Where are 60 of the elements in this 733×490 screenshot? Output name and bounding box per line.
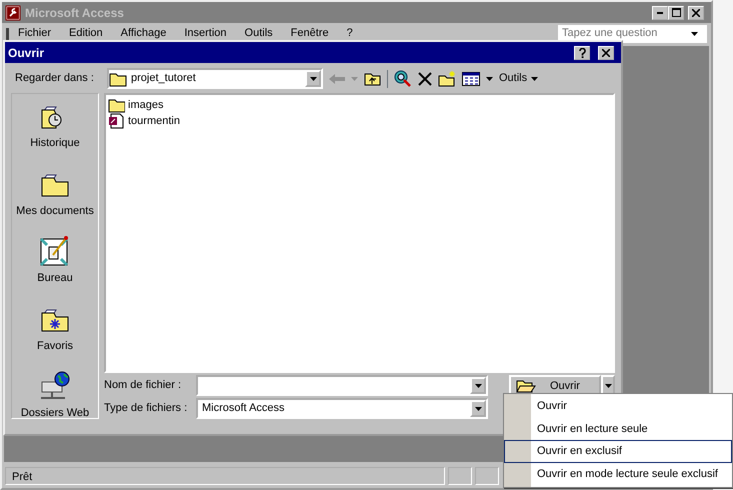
menu-item[interactable]: Insertion xyxy=(175,25,236,42)
caret-icon xyxy=(310,76,316,80)
tools-menu[interactable]: Outils xyxy=(499,70,538,87)
web-icon xyxy=(38,370,71,402)
places-item[interactable]: Mes documents xyxy=(16,168,94,219)
places-item[interactable]: Bureau xyxy=(37,235,73,286)
folder-file-icon xyxy=(108,97,125,113)
file-item[interactable]: images xyxy=(108,97,611,113)
grip-icon xyxy=(6,28,9,40)
file-type-label: Type de fichiers : xyxy=(104,401,188,416)
menu-item[interactable]: Fichier xyxy=(9,25,60,42)
dialog-title: Ouvrir xyxy=(8,44,46,62)
caret-icon xyxy=(474,406,482,410)
maximize-icon xyxy=(672,8,680,17)
menu-item[interactable]: Ouvrir en lecture seule xyxy=(504,418,732,440)
status-panel xyxy=(448,467,472,485)
views-icon[interactable] xyxy=(462,72,480,86)
file-item[interactable]: tourmentin xyxy=(108,113,611,129)
help-button[interactable] xyxy=(574,46,590,60)
file-name-label: Nom de fichier : xyxy=(104,378,182,394)
caret-icon xyxy=(604,384,612,388)
up-folder-icon[interactable] xyxy=(364,71,381,86)
places-item[interactable]: Historique xyxy=(30,100,80,152)
desktop-icon xyxy=(38,235,71,267)
caret-icon xyxy=(691,32,698,36)
delete-icon[interactable] xyxy=(418,72,432,86)
menu-item[interactable]: Fenêtre xyxy=(282,25,338,42)
caret-icon[interactable] xyxy=(486,76,493,80)
question-field[interactable]: Tapez une question xyxy=(558,24,707,42)
places-item[interactable]: Favoris xyxy=(36,302,74,354)
minimize-button[interactable] xyxy=(652,6,668,20)
open-folder-icon xyxy=(516,378,536,394)
globe-search-icon[interactable] xyxy=(394,70,412,88)
caret-icon xyxy=(531,76,538,80)
maximize-button[interactable] xyxy=(668,6,684,20)
file-type-dropdown[interactable]: Microsoft Access xyxy=(196,398,488,419)
access-file-icon xyxy=(108,113,125,129)
help-icon xyxy=(578,48,586,58)
menu-item[interactable]: Ouvrir en mode lecture seule exclusif xyxy=(504,462,732,485)
menu-item[interactable]: Edition xyxy=(60,25,112,42)
menu-item[interactable]: Outils xyxy=(236,25,282,42)
file-name-field[interactable] xyxy=(196,375,488,396)
new-folder-icon[interactable] xyxy=(438,70,456,86)
look-in-label: Regarder dans : xyxy=(15,71,95,86)
close-button[interactable] xyxy=(688,6,704,20)
close-icon xyxy=(602,48,610,56)
menu-item[interactable]: ? xyxy=(338,25,362,42)
status-panel xyxy=(475,467,499,485)
menu-item[interactable]: Ouvrir xyxy=(504,395,732,418)
caret-icon xyxy=(474,384,482,388)
look-in-dropdown[interactable]: projet_tutoret xyxy=(107,68,323,89)
places-item[interactable]: Dossiers Web xyxy=(20,370,90,422)
key-icon xyxy=(5,4,21,20)
close-button[interactable] xyxy=(598,46,614,60)
minimize-icon xyxy=(657,12,663,14)
status-text: Prêt xyxy=(5,467,445,485)
app-title: Microsoft Access xyxy=(25,4,125,22)
menu-item[interactable]: Affichage xyxy=(112,25,176,42)
menu-item[interactable]: Ouvrir en exclusif xyxy=(504,440,732,462)
close-icon xyxy=(692,8,700,16)
